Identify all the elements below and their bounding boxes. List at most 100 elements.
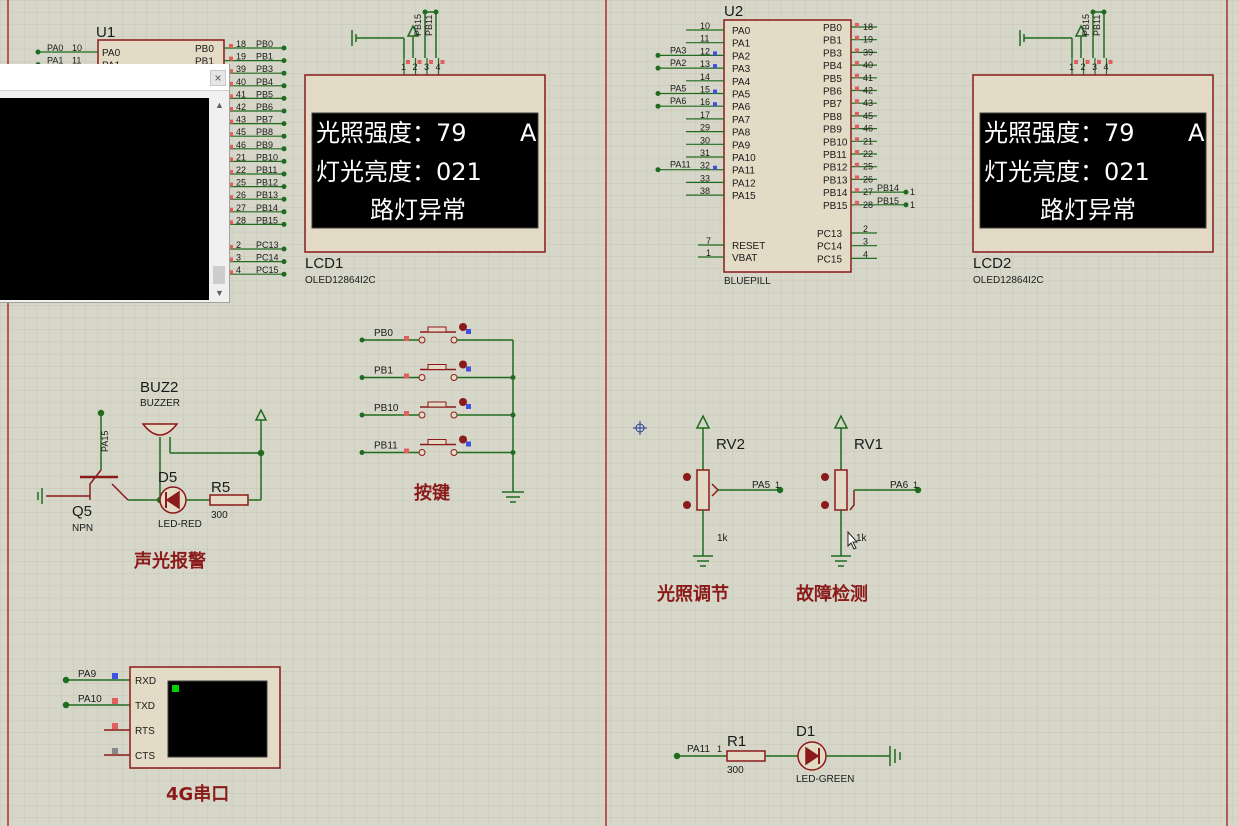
lcd2-model: OLED12864I2C [973,275,1044,286]
u1-right-net-label: PB8 [256,127,273,137]
rv2-caption: 光照调节 [656,583,729,605]
push-button[interactable] [427,439,447,445]
u1-right-net-label: PB3 [256,64,273,74]
u1-left-net-label: PA0 [47,43,63,53]
u1-right-pin-name: PB0 [195,44,214,55]
rv1-caption: 故障检测 [796,583,868,605]
r5-ref: R5 [211,479,230,496]
pin-state-marker [713,102,717,107]
terminal-title-bar[interactable]: × [0,64,229,91]
u1-right-pin-number: 39 [236,64,246,74]
pin-state-marker [404,373,409,379]
uart-caption: 4G串口 [166,784,229,805]
button-contact [450,449,458,456]
push-button[interactable] [427,326,447,333]
u2-right-net-label: PB14 [877,183,899,193]
u2-left-pin-name: PA5 [732,90,751,101]
button-contact [418,449,426,456]
junction-dot [281,171,287,177]
d5-model: LED-RED [158,519,202,530]
u2-model: BLUEPILL [724,276,771,287]
scroll-thumb[interactable] [213,266,225,284]
push-button[interactable] [427,401,447,408]
rv1-ref: RV1 [854,436,883,453]
scroll-down-icon[interactable]: ▼ [212,286,227,300]
u1-right-pin-number: 40 [236,77,246,87]
u2-right-pin-number: 42 [863,86,873,96]
pin-state-marker [1085,60,1090,64]
u2-right-pin-number: 22 [863,149,873,159]
d1-model: LED-GREEN [796,774,854,785]
junction-dot [655,91,661,96]
u2-left-pin-number: 31 [700,148,710,158]
lcd1-line-1-unit: A [520,119,537,147]
junction-dot [35,49,41,55]
button-net-label: PB10 [374,403,399,414]
rv2-net-label: PA5 [752,480,771,491]
uart-net-label: PA10 [78,694,102,705]
d5-ref: D5 [158,469,177,486]
u2-right-pin-number: 19 [863,35,873,45]
u1-right-pin-number: 43 [236,115,246,125]
button-contact [450,374,458,381]
u2-left-pin-number: 15 [700,85,710,95]
u2-right-pin-name: PB8 [823,112,842,123]
virtual-terminal-window[interactable]: × ▲ ▼ [0,64,230,303]
buzzer-ref: BUZ2 [140,379,178,396]
pin-state-marker [855,175,859,180]
u2-right-net-label: PB15 [877,196,899,206]
lcd2-pin-number: 1 [1069,62,1074,72]
u2-pc-pin-number: 2 [863,224,868,234]
junction-dot [903,189,909,195]
lcd2-line-1: 光照强度：79 [984,119,1135,147]
u2-left-pin-name: PA15 [732,191,756,202]
u1-right-net-label: PB0 [256,39,273,49]
u2-left-pin-name: PA4 [732,77,751,88]
q5-model: NPN [72,523,93,534]
r5-value: 300 [211,510,228,521]
u2-right-pin-number: 45 [863,111,873,121]
u2-pc-pin-name: PC15 [817,254,842,265]
u2-left-pin-name: PA10 [732,153,756,164]
u2-vbat-pin-number: 1 [706,248,711,258]
u2-right-pin-number: 46 [863,124,873,134]
lcd1-line-1: 光照强度：79 [316,119,467,147]
button-contact [450,411,458,419]
rv1-net-index: 1 [913,480,918,490]
u2-left-pin-number: 12 [700,46,710,56]
pin-state-marker [429,60,433,64]
terminal-screen[interactable] [0,98,209,300]
u1-right-pin-number: 21 [236,152,246,162]
u2-left-pin-name: PA6 [732,102,751,113]
u1-right-net-label: PB14 [256,203,278,213]
pin-state-marker [1074,60,1078,64]
pin-state-marker [229,56,233,61]
terminal-scrollbar[interactable]: ▲ ▼ [212,98,227,300]
pin-state-marker [855,124,859,129]
uart-pin-name: RXD [135,676,156,687]
pin-state-marker [112,748,118,754]
pin-state-marker [855,99,859,104]
lcd2-net-label: PB15 [1081,14,1091,36]
push-button[interactable] [427,364,447,370]
pin-state-marker [855,137,859,142]
button-net-label: PB11 [374,441,398,452]
u2-left-pin-name: PA3 [732,64,751,75]
lcd1-model: OLED12864I2C [305,275,376,286]
u2-pc-pin-number: 4 [863,249,868,259]
junction-dot [281,133,287,139]
buttons-caption: 按键 [414,482,450,504]
u2-right-pin-number: 39 [863,47,873,57]
d1-ref: D1 [796,723,815,740]
u1-right-net-label: PB4 [256,77,273,87]
close-icon[interactable]: × [210,70,226,86]
scroll-up-icon[interactable]: ▲ [212,98,227,112]
u2-left-pin-number: 38 [700,186,710,196]
u2-right-pin-name: PB13 [823,175,848,186]
u2-right-net-index: 1 [910,187,915,197]
pin-state-marker [855,35,859,40]
u2-left-pin-name: PA0 [732,26,751,37]
u2-left-pin-name: PA2 [732,51,751,62]
junction-dot [281,146,287,152]
button-indicator [459,360,467,369]
